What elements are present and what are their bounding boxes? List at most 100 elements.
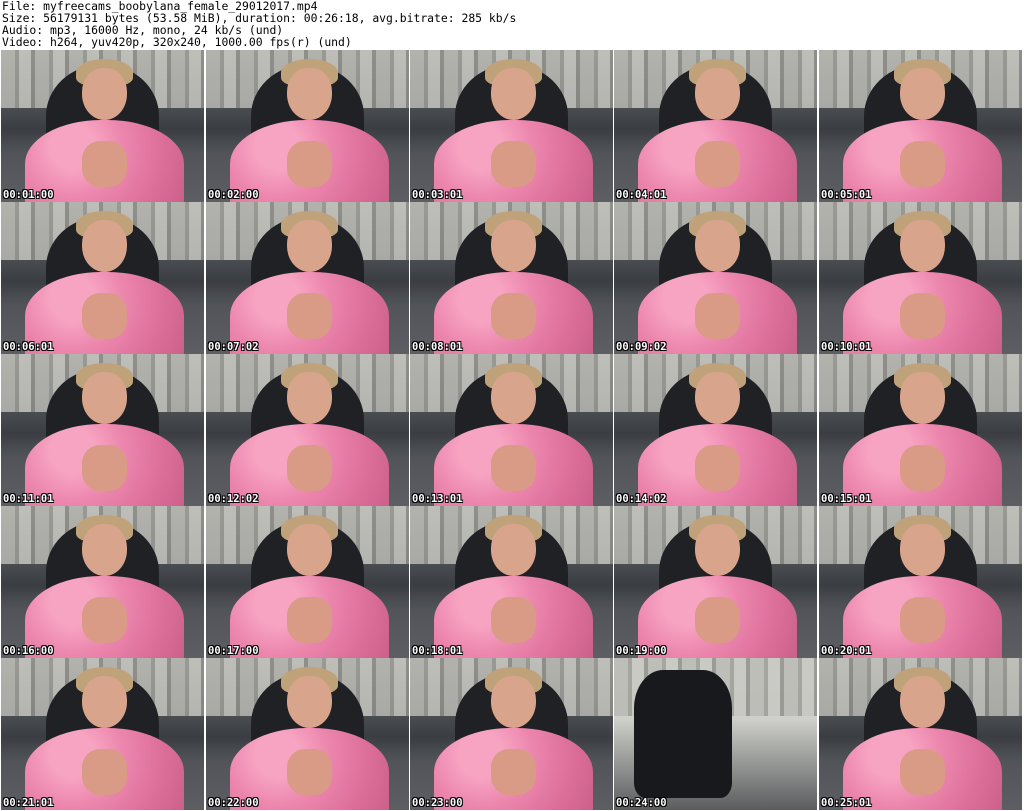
thumbnail-chest bbox=[695, 293, 740, 339]
video-thumbnail: 00:25:01 bbox=[819, 658, 1022, 810]
thumbnail-timestamp: 00:18:01 bbox=[412, 645, 463, 657]
thumbnail-chest bbox=[491, 141, 536, 187]
thumbnail-timestamp: 00:20:01 bbox=[821, 645, 872, 657]
thumbnail-face bbox=[900, 524, 945, 576]
thumbnail-timestamp: 00:02:00 bbox=[208, 189, 259, 201]
thumbnail-face bbox=[900, 372, 945, 424]
thumbnail-chest bbox=[900, 749, 945, 795]
thumbnail-timestamp: 00:17:00 bbox=[208, 645, 259, 657]
video-thumbnail: 00:02:00 bbox=[206, 50, 409, 202]
thumbnail-chest bbox=[900, 141, 945, 187]
video-thumbnail: 00:19:00 bbox=[614, 506, 817, 658]
video-thumbnail: 00:06:01 bbox=[1, 202, 204, 354]
thumbnail-timestamp: 00:22:00 bbox=[208, 797, 259, 809]
thumbnail-chest bbox=[900, 293, 945, 339]
video-thumbnail: 00:18:01 bbox=[410, 506, 613, 658]
video-info: Video: h264, yuv420p, 320x240, 1000.00 f… bbox=[2, 35, 352, 49]
thumbnail-timestamp: 00:05:01 bbox=[821, 189, 872, 201]
video-thumbnail: 00:11:01 bbox=[1, 354, 204, 506]
video-thumbnail: 00:08:01 bbox=[410, 202, 613, 354]
thumbnail-timestamp: 00:14:02 bbox=[616, 493, 667, 505]
thumbnail-timestamp: 00:19:00 bbox=[616, 645, 667, 657]
thumbnail-timestamp: 00:11:01 bbox=[3, 493, 54, 505]
thumbnail-face bbox=[900, 676, 945, 728]
thumbnail-chest bbox=[900, 445, 945, 491]
thumbnail-chest bbox=[287, 749, 332, 795]
thumbnail-chair bbox=[634, 670, 732, 798]
thumbnail-face bbox=[900, 220, 945, 272]
video-thumbnail: 00:20:01 bbox=[819, 506, 1022, 658]
thumbnail-timestamp: 00:15:01 bbox=[821, 493, 872, 505]
thumbnail-chest bbox=[900, 597, 945, 643]
thumbnail-face bbox=[82, 68, 127, 120]
video-thumbnail: 00:10:01 bbox=[819, 202, 1022, 354]
thumbnail-face bbox=[695, 68, 740, 120]
thumbnail-face bbox=[287, 524, 332, 576]
thumbnail-timestamp: 00:21:01 bbox=[3, 797, 54, 809]
thumbnail-timestamp: 00:12:02 bbox=[208, 493, 259, 505]
thumbnail-chest bbox=[491, 293, 536, 339]
video-thumbnail: 00:17:00 bbox=[206, 506, 409, 658]
thumbnail-face bbox=[287, 676, 332, 728]
thumbnail-face bbox=[695, 524, 740, 576]
video-thumbnail: 00:04:01 bbox=[614, 50, 817, 202]
thumbnail-timestamp: 00:10:01 bbox=[821, 341, 872, 353]
video-thumbnail: 00:24:00 bbox=[614, 658, 817, 810]
thumbnail-face bbox=[491, 220, 536, 272]
video-thumbnail: 00:23:00 bbox=[410, 658, 613, 810]
thumbnail-chest bbox=[287, 141, 332, 187]
video-thumbnail: 00:07:02 bbox=[206, 202, 409, 354]
thumbnail-chest bbox=[82, 293, 127, 339]
thumbnail-chest bbox=[82, 141, 127, 187]
thumbnail-face bbox=[695, 372, 740, 424]
thumbnail-face bbox=[287, 68, 332, 120]
thumbnail-timestamp: 00:08:01 bbox=[412, 341, 463, 353]
video-thumbnail: 00:21:01 bbox=[1, 658, 204, 810]
thumbnail-timestamp: 00:24:00 bbox=[616, 797, 667, 809]
thumbnail-chest bbox=[491, 597, 536, 643]
thumbnail-face bbox=[287, 372, 332, 424]
thumbnail-chest bbox=[82, 749, 127, 795]
thumbnail-chest bbox=[695, 597, 740, 643]
thumbnail-face bbox=[82, 524, 127, 576]
thumbnail-timestamp: 00:06:01 bbox=[3, 341, 54, 353]
video-thumbnail: 00:13:01 bbox=[410, 354, 613, 506]
thumbnail-face bbox=[900, 68, 945, 120]
thumbnail-face bbox=[695, 220, 740, 272]
thumbnail-timestamp: 00:07:02 bbox=[208, 341, 259, 353]
thumbnail-timestamp: 00:01:00 bbox=[3, 189, 54, 201]
thumbnail-face bbox=[491, 372, 536, 424]
thumbnail-face bbox=[287, 220, 332, 272]
thumbnail-chest bbox=[287, 597, 332, 643]
video-thumbnail: 00:12:02 bbox=[206, 354, 409, 506]
thumbnail-timestamp: 00:04:01 bbox=[616, 189, 667, 201]
video-thumbnail: 00:03:01 bbox=[410, 50, 613, 202]
video-thumbnail: 00:15:01 bbox=[819, 354, 1022, 506]
thumbnail-chest bbox=[491, 749, 536, 795]
file-info-header: File: myfreecams_boobylana_female_290120… bbox=[2, 0, 1022, 48]
thumbnail-face bbox=[491, 68, 536, 120]
thumbnail-chest bbox=[82, 445, 127, 491]
thumbnail-face bbox=[82, 676, 127, 728]
video-thumbnail: 00:16:00 bbox=[1, 506, 204, 658]
video-thumbnail: 00:05:01 bbox=[819, 50, 1022, 202]
video-thumbnail: 00:14:02 bbox=[614, 354, 817, 506]
thumbnail-chest bbox=[695, 445, 740, 491]
thumbnail-chest bbox=[82, 597, 127, 643]
thumbnail-face bbox=[491, 676, 536, 728]
thumbnail-chest bbox=[491, 445, 536, 491]
thumbnail-timestamp: 00:13:01 bbox=[412, 493, 463, 505]
video-thumbnail: 00:09:02 bbox=[614, 202, 817, 354]
thumbnail-timestamp: 00:23:00 bbox=[412, 797, 463, 809]
thumbnail-timestamp: 00:16:00 bbox=[3, 645, 54, 657]
thumbnail-face bbox=[491, 524, 536, 576]
video-thumbnail: 00:22:00 bbox=[206, 658, 409, 810]
thumbnail-chest bbox=[287, 445, 332, 491]
thumbnail-timestamp: 00:03:01 bbox=[412, 189, 463, 201]
thumbnail-face bbox=[82, 220, 127, 272]
thumbnail-chest bbox=[695, 141, 740, 187]
thumbnail-face bbox=[82, 372, 127, 424]
thumbnail-timestamp: 00:25:01 bbox=[821, 797, 872, 809]
thumbnail-timestamp: 00:09:02 bbox=[616, 341, 667, 353]
video-thumbnail: 00:01:00 bbox=[1, 50, 204, 202]
